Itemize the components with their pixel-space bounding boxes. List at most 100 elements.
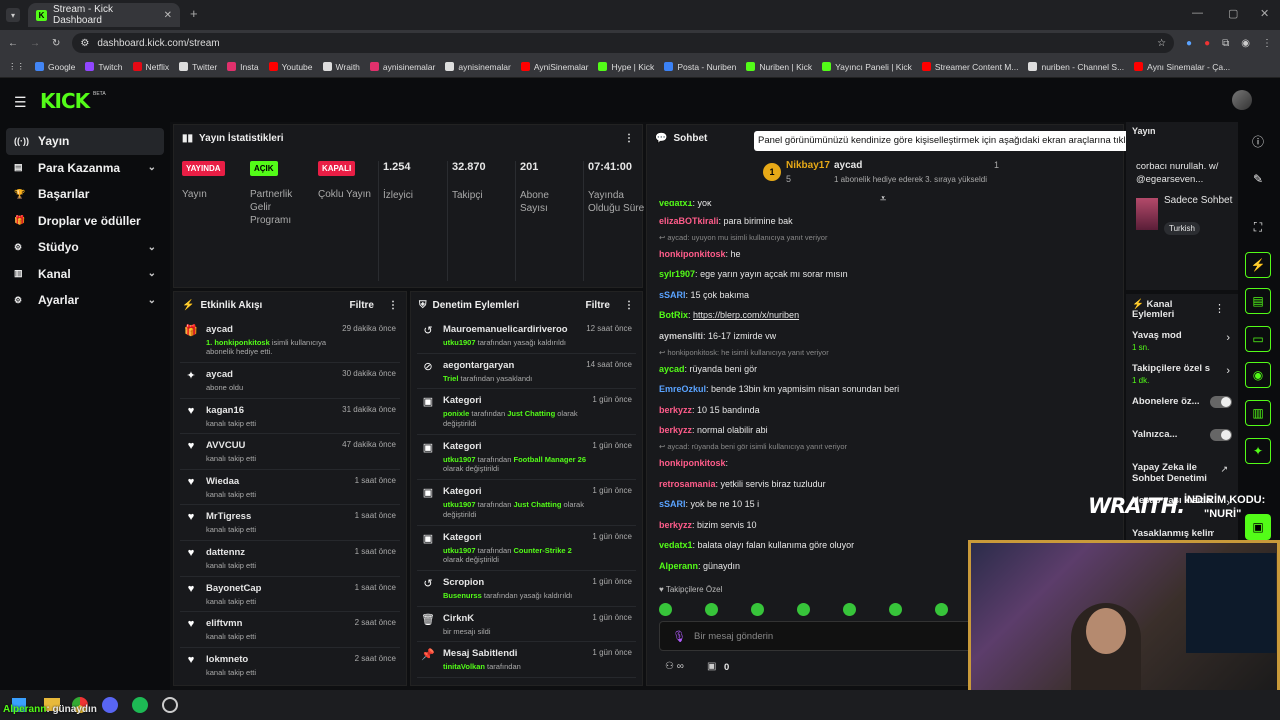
chat-message[interactable]: aycad: rüyanda beni gör bbox=[647, 359, 1123, 380]
activity-item[interactable]: ♥ eliftvmn kanalı takip etti 2 saat önce bbox=[180, 612, 400, 648]
moderation-item[interactable]: ↺ Scropion Busenurss tarafından yasağı kal… bbox=[417, 571, 636, 607]
hamburger-menu-icon[interactable]: ☰ bbox=[14, 94, 27, 111]
extensions-puzzle-icon[interactable]: ⧉ bbox=[1222, 38, 1229, 49]
chat-message[interactable]: retrosamania: yetkili servis biraz tuzlu… bbox=[647, 474, 1123, 495]
activity-menu-icon[interactable]: ⋮ bbox=[388, 300, 398, 311]
moderator-name[interactable]: ponixle bbox=[443, 409, 469, 418]
chat-message[interactable]: sSARI: 15 çok bakıma bbox=[647, 285, 1123, 306]
chat-username[interactable]: BotRix bbox=[659, 310, 688, 320]
chat-username[interactable]: elizaBOTkirali bbox=[659, 216, 719, 226]
chat-message[interactable]: berkyzz: 10 15 bandında bbox=[647, 400, 1123, 421]
sidebar-item-5[interactable]: ⚙ Stüdyo ⌄ bbox=[0, 234, 170, 261]
emote-icon[interactable] bbox=[935, 603, 948, 616]
emote-icon[interactable] bbox=[797, 603, 810, 616]
viewers-link-icon[interactable]: ⚇ ∞ bbox=[665, 661, 684, 672]
moderation-item[interactable]: ▣ Kategori utku1907 tarafından Counter-Str… bbox=[417, 526, 636, 572]
activity-item[interactable]: 🎁 aycad 1. honkiponkitosk isimli kullanıcı… bbox=[180, 318, 400, 363]
bookmark-item[interactable]: Posta - Nuriben bbox=[664, 62, 736, 72]
bookmark-item[interactable]: Streamer Content M... bbox=[921, 62, 1018, 72]
reload-icon[interactable]: ↻ bbox=[52, 38, 60, 49]
bookmark-item[interactable]: nuriben - Channel S... bbox=[1028, 62, 1124, 72]
quick-actions-icon[interactable]: ⚡ bbox=[1245, 252, 1271, 278]
chat-message[interactable]: BotRix: https://blerp.com/x/nuriben bbox=[647, 305, 1123, 326]
activity-filter-button[interactable]: Filtre bbox=[350, 300, 374, 311]
chat-username[interactable]: berkyzz bbox=[659, 520, 692, 530]
chat-username[interactable]: berkyzz bbox=[659, 405, 692, 415]
moderator-name[interactable]: utku1907 bbox=[443, 546, 476, 555]
moderator-name[interactable]: utku1907 bbox=[443, 500, 476, 509]
moderator-name[interactable]: tinitaVolkan bbox=[443, 662, 485, 671]
activity-user[interactable]: MrTigress bbox=[206, 511, 356, 522]
channel-action[interactable]: Yapay Zeka ile Sohbet Denetimi ↗ bbox=[1132, 462, 1236, 492]
activity-user[interactable]: kagan16 bbox=[206, 405, 356, 416]
url-field[interactable]: ⚙ dashboard.kick.com/stream ☆ bbox=[72, 33, 1175, 53]
sidebar-item-2[interactable]: ▤ Para Kazanma ⌄ bbox=[0, 155, 170, 182]
actions-menu-icon[interactable]: ⋮ bbox=[1214, 302, 1225, 315]
chat-message[interactable]: EmreOzkul: bende 13bin km yapmisim nisan… bbox=[647, 379, 1123, 400]
channel-action[interactable]: Yavaş mod 1 sn. › bbox=[1132, 330, 1236, 360]
activity-user[interactable]: aycad bbox=[206, 369, 356, 380]
moderation-item[interactable]: ▣ Kategori ponixle tarafından Just Chattin… bbox=[417, 389, 636, 435]
chat-message[interactable]: sylr1907: ege yarın yayın açcak mı sorar… bbox=[647, 264, 1123, 285]
emote-icon[interactable] bbox=[659, 603, 672, 616]
activity-user[interactable]: lokmneto bbox=[206, 654, 356, 665]
toggle-switch[interactable] bbox=[1210, 396, 1232, 408]
chat-message[interactable]: berkyzz: normal olabilir abi bbox=[647, 420, 1123, 441]
profile-icon[interactable]: ◉ bbox=[1241, 38, 1250, 49]
close-window-icon[interactable]: ✕ bbox=[1260, 7, 1269, 20]
activity-item[interactable]: ♥ dattennz kanalı takip etti 1 saat önce bbox=[180, 541, 400, 577]
sidebar-item-6[interactable]: ▥ Kanal ⌄ bbox=[0, 261, 170, 288]
bookmark-item[interactable]: aynisinemalar bbox=[369, 62, 435, 72]
obs-icon[interactable] bbox=[162, 697, 178, 713]
mic-icon[interactable]: 🎙 bbox=[672, 630, 686, 643]
bookmark-item[interactable]: AyniSinemalar bbox=[520, 62, 588, 72]
bookmark-item[interactable]: Twitch bbox=[85, 62, 123, 72]
emote-icon[interactable] bbox=[889, 603, 902, 616]
chat-message[interactable]: aymensliti: 16-17 izmirde vw bbox=[647, 326, 1123, 347]
moderator-name[interactable]: Triel bbox=[443, 374, 458, 383]
activity-user[interactable]: AVVCUU bbox=[206, 440, 356, 451]
emote-icon[interactable] bbox=[705, 603, 718, 616]
chat-username[interactable]: aycad bbox=[659, 364, 685, 374]
moderation-item[interactable]: ▣ Kategori utku1907 tarafından Football Ma… bbox=[417, 435, 636, 481]
bookmark-item[interactable]: Google bbox=[35, 62, 75, 72]
moderation-item[interactable]: 📌 Mesaj Sabitlendi tinitaVolkan tarafından… bbox=[417, 642, 636, 678]
forward-icon[interactable]: → bbox=[30, 38, 40, 49]
chat-username[interactable]: sylr1907 bbox=[659, 269, 695, 279]
moderation-item[interactable]: ↺ Mauroemanuelicardiriveroo utku1907 taraf… bbox=[417, 318, 636, 354]
bookmark-item[interactable]: Twitter bbox=[179, 62, 217, 72]
spotify-icon[interactable] bbox=[132, 697, 148, 713]
screen-capture-icon[interactable]: ⛶ bbox=[1245, 214, 1271, 240]
moderation-filter-button[interactable]: Filtre bbox=[586, 300, 610, 311]
chat-widget-icon[interactable]: ▭ bbox=[1245, 326, 1271, 352]
moderation-item[interactable]: ▣ Kategori utku1907 tarafından Just Chatti… bbox=[417, 480, 636, 526]
extension-icon[interactable]: ● bbox=[1186, 38, 1192, 49]
moderator-name[interactable]: utku1907 bbox=[443, 455, 476, 464]
bookmark-item[interactable]: Aynı Sinemalar - Ça... bbox=[1134, 62, 1230, 72]
chat-username[interactable]: EmreOzkul bbox=[659, 384, 706, 394]
back-icon[interactable]: ← bbox=[8, 38, 18, 49]
moderation-item[interactable]: ⊘ aegontargaryan Triel tarafından yasaklan… bbox=[417, 354, 636, 390]
user-avatar[interactable] bbox=[1232, 90, 1252, 110]
bookmark-item[interactable]: Wraith bbox=[322, 62, 360, 72]
site-info-icon[interactable]: ⚙ bbox=[80, 38, 89, 49]
moderator-name[interactable]: Busenurss bbox=[443, 591, 482, 600]
discord-icon[interactable] bbox=[102, 697, 118, 713]
emote-icon[interactable] bbox=[751, 603, 764, 616]
activity-user[interactable]: Wiedaa bbox=[206, 476, 356, 487]
tools-widget-icon[interactable]: ✦ bbox=[1245, 438, 1271, 464]
activity-item[interactable]: ♥ BayonetCap kanalı takip etti 1 saat önce bbox=[180, 577, 400, 613]
chat-username[interactable]: retrosamania bbox=[659, 479, 716, 489]
activity-item[interactable]: ♥ AVVCUU kanalı takip etti 47 dakika önce bbox=[180, 434, 400, 470]
minimize-icon[interactable]: — bbox=[1192, 7, 1203, 19]
top-gifter-name[interactable]: Nikbay17 bbox=[786, 160, 830, 171]
chat-message[interactable]: vedatx1: yok bbox=[647, 201, 1123, 211]
notes-icon[interactable]: ▤ bbox=[1245, 288, 1271, 314]
channel-action[interactable]: Takipçilere özel s 1 dk. › bbox=[1132, 363, 1236, 393]
activity-user[interactable]: eliftvmn bbox=[206, 618, 356, 629]
moderation-widget-icon[interactable]: ▥ bbox=[1245, 400, 1271, 426]
tab-search-icon[interactable]: ▾ bbox=[6, 8, 20, 22]
chat-username[interactable]: sSARI bbox=[659, 290, 686, 300]
activity-user[interactable]: BayonetCap bbox=[206, 583, 356, 594]
sidebar-item-4[interactable]: 🎁 Droplar ve ödüller bbox=[0, 208, 170, 235]
